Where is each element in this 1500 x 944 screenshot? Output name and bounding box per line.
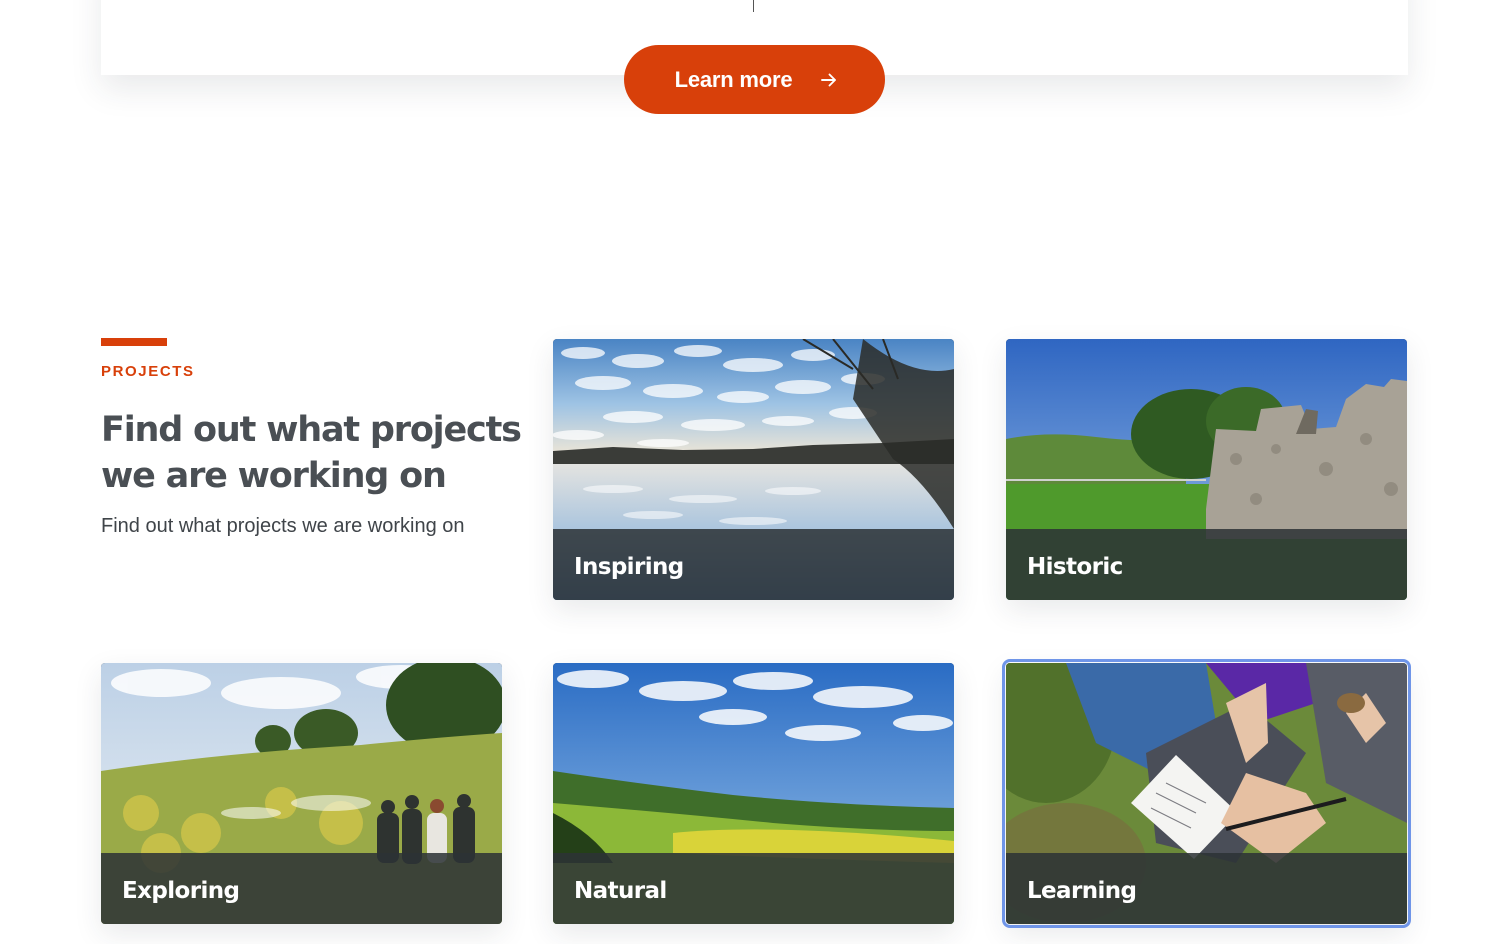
arrow-right-icon bbox=[821, 73, 837, 86]
project-card-learning[interactable]: Learning bbox=[1002, 659, 1411, 928]
project-card-inspiring[interactable]: Inspiring bbox=[553, 339, 954, 600]
text-caret bbox=[753, 0, 754, 12]
card-title: Inspiring bbox=[574, 554, 684, 580]
section-accent-rule bbox=[101, 338, 167, 346]
project-card-historic[interactable]: Historic bbox=[1006, 339, 1407, 600]
section-heading: Find out what projects we are working on bbox=[101, 410, 522, 496]
card-title: Exploring bbox=[122, 878, 240, 904]
section-description: Find out what projects we are working on bbox=[101, 515, 465, 537]
section-eyebrow: PROJECTS bbox=[101, 363, 195, 380]
card-title: Learning bbox=[1027, 878, 1137, 904]
page: Learn more PROJECTS Find out what projec… bbox=[0, 0, 1500, 944]
learn-more-button[interactable]: Learn more bbox=[624, 45, 885, 114]
card-title: Natural bbox=[574, 878, 667, 904]
card-title: Historic bbox=[1027, 554, 1123, 580]
project-card-natural[interactable]: Natural bbox=[553, 663, 954, 924]
learn-more-label: Learn more bbox=[674, 66, 793, 92]
project-card-exploring[interactable]: Exploring bbox=[101, 663, 502, 924]
